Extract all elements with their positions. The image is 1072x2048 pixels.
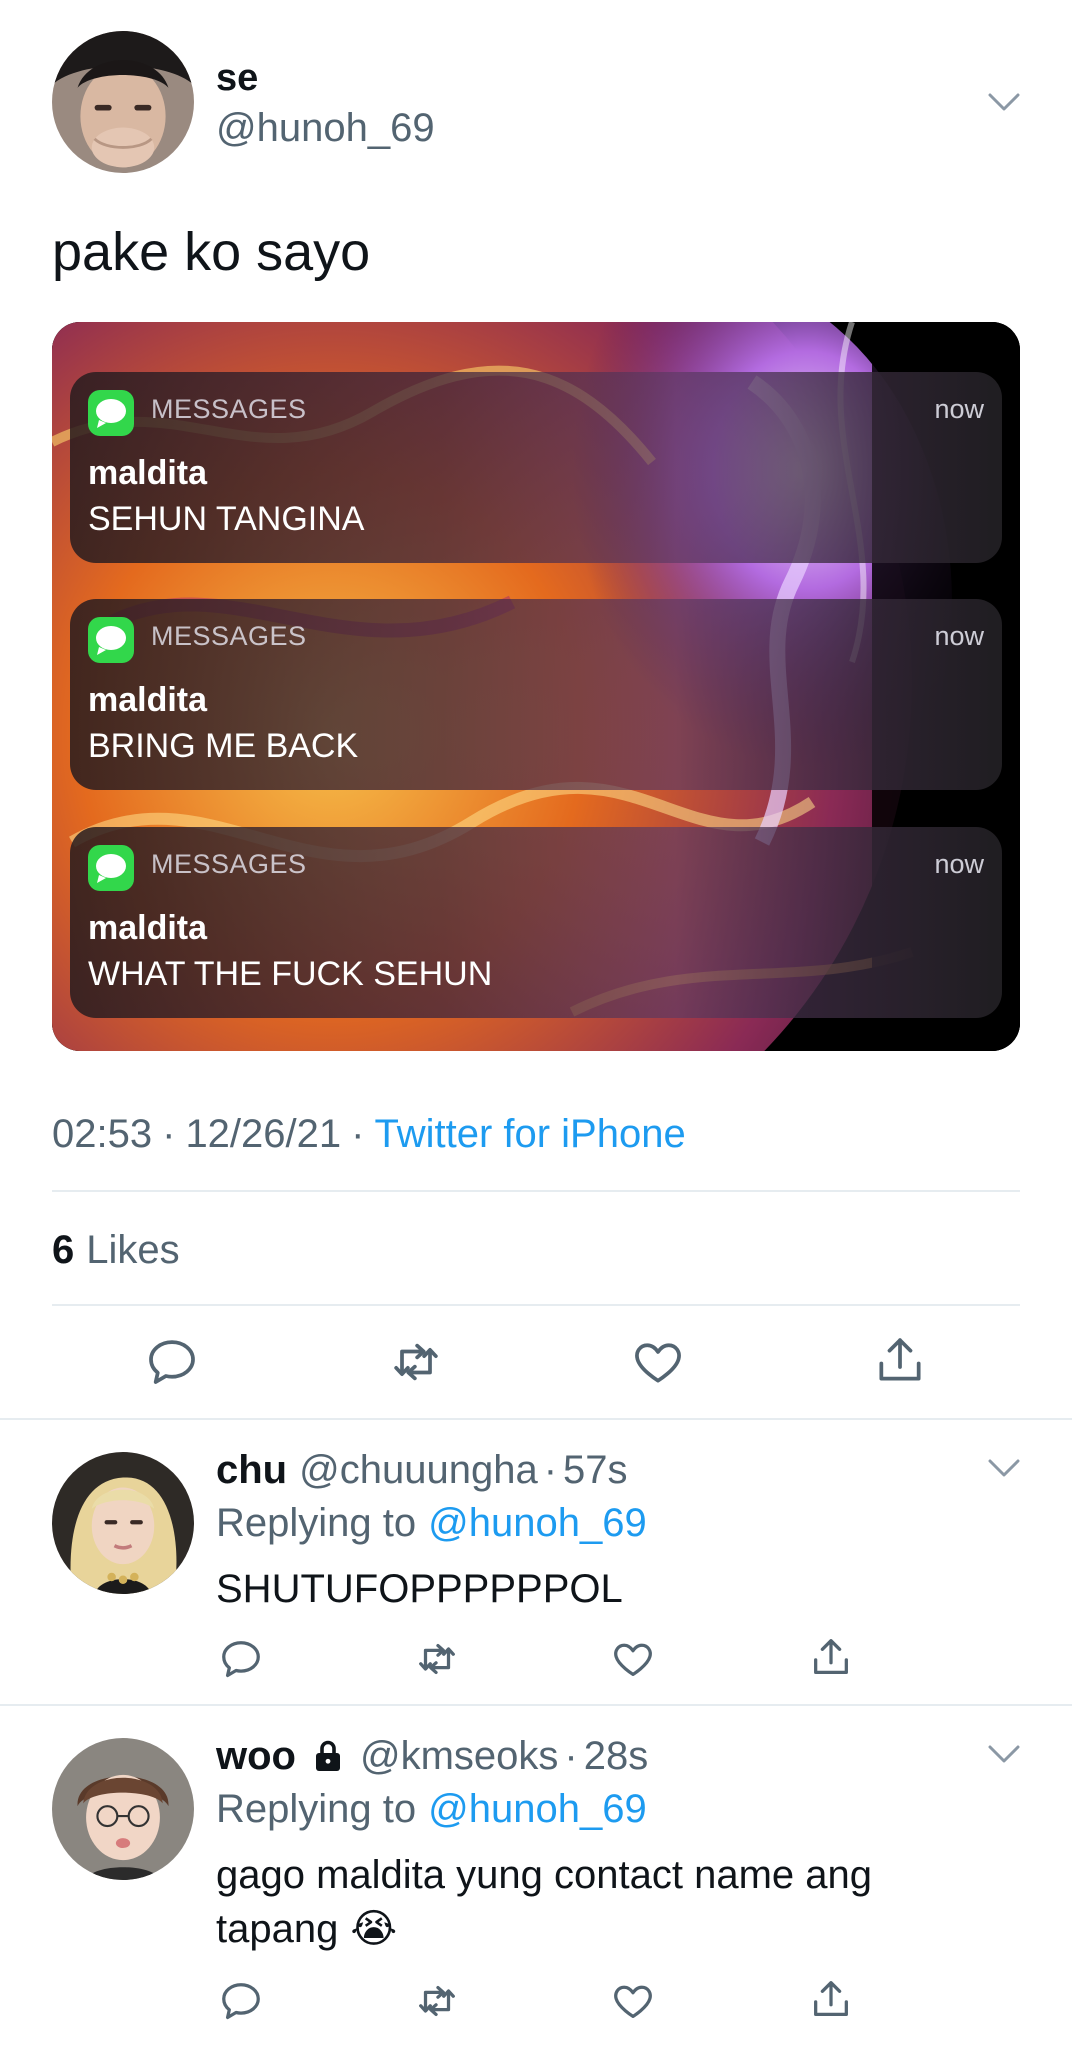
reply-header: chu @chuuungha · 57s: [216, 1446, 628, 1494]
divider: [52, 1190, 1020, 1192]
reply-display-name[interactable]: chu: [216, 1446, 287, 1494]
retweet-icon[interactable]: [388, 1334, 444, 1390]
reply-icon[interactable]: [218, 1978, 264, 2024]
replying-to: Replying to @hunoh_69: [216, 1785, 647, 1833]
reply-display-name[interactable]: woo: [216, 1732, 296, 1780]
tweet-text: pake ko sayo: [52, 222, 371, 282]
likes-label: Likes: [86, 1228, 180, 1272]
messages-app-icon: [88, 617, 134, 663]
reply-separator: ·: [543, 1448, 558, 1492]
author-display-name[interactable]: se: [216, 56, 258, 100]
meta-separator: ·: [351, 1112, 365, 1156]
tweet-date: 12/26/21: [185, 1112, 342, 1156]
retweet-icon[interactable]: [414, 1636, 460, 1682]
reply-handle[interactable]: @chuuungha: [299, 1446, 538, 1494]
replying-to: Replying to @hunoh_69: [216, 1499, 647, 1547]
divider: [52, 1304, 1020, 1306]
reply-separator: ·: [564, 1734, 578, 1778]
notification-card[interactable]: MESSAGES now maldita BRING ME BACK: [70, 599, 1002, 790]
author-handle[interactable]: @hunoh_69: [216, 104, 435, 152]
replying-to-prefix: Replying to: [216, 1501, 417, 1545]
tweet-time: 02:53: [52, 1112, 153, 1156]
reply-avatar-image: [52, 1738, 194, 1880]
notification-card[interactable]: MESSAGES now maldita SEHUN TANGINA: [70, 372, 1002, 563]
reply-text-line: tapang 😭: [216, 1902, 1016, 1956]
notification-app-name: MESSAGES: [151, 621, 307, 651]
share-icon[interactable]: [808, 1634, 854, 1680]
retweet-icon[interactable]: [414, 1978, 460, 2024]
notification-message: SEHUN TANGINA: [88, 500, 365, 538]
reply-menu-chevron-down-icon[interactable]: [986, 1742, 1022, 1766]
tweet-source-link[interactable]: Twitter for iPhone: [374, 1110, 685, 1158]
notification-sender: maldita: [88, 681, 208, 719]
notification-time: now: [934, 621, 984, 651]
reply-age: 57s: [563, 1448, 628, 1492]
tweet-media-image[interactable]: MESSAGES now maldita SEHUN TANGINA MESSA…: [52, 322, 1020, 1051]
notification-app-name: MESSAGES: [151, 849, 307, 879]
share-icon[interactable]: [808, 1976, 854, 2022]
notification-time: now: [934, 394, 984, 424]
notification-message: WHAT THE FUCK SEHUN: [88, 955, 493, 993]
reply-header: woo @kmseoks · 28s: [216, 1732, 648, 1780]
replying-to-handle[interactable]: @hunoh_69: [428, 1785, 647, 1833]
reply-avatar[interactable]: [52, 1452, 194, 1594]
tweet-meta: 02:53 · 12/26/21 · Twitter for iPhone: [52, 1110, 686, 1158]
reply-avatar-image: [52, 1452, 194, 1594]
likes-stat[interactable]: 6 Likes: [52, 1226, 180, 1274]
reply-age: 28s: [583, 1734, 649, 1778]
likes-count: 6: [52, 1228, 75, 1272]
notification-sender: maldita: [88, 454, 208, 492]
meta-separator: ·: [162, 1112, 176, 1156]
replying-to-handle[interactable]: @hunoh_69: [428, 1499, 647, 1547]
notification-app-name: MESSAGES: [151, 394, 307, 424]
share-icon[interactable]: [872, 1332, 928, 1388]
heart-icon[interactable]: [610, 1636, 656, 1682]
messages-app-icon: [88, 390, 134, 436]
notification-message: BRING ME BACK: [88, 727, 359, 765]
divider: [0, 1418, 1072, 1420]
reply-handle[interactable]: @kmseoks: [360, 1732, 558, 1780]
author-avatar-image: [52, 31, 194, 173]
reply-avatar[interactable]: [52, 1738, 194, 1880]
heart-icon[interactable]: [630, 1334, 686, 1390]
reply-menu-chevron-down-icon[interactable]: [986, 1456, 1022, 1480]
divider: [0, 1704, 1072, 1706]
reply-text-line: gago maldita yung contact name ang: [216, 1853, 872, 1897]
reply-text-line2: tapang: [216, 1907, 339, 1951]
author-avatar[interactable]: [52, 31, 194, 173]
lock-icon: [310, 1738, 346, 1774]
notification-card[interactable]: MESSAGES now maldita WHAT THE FUCK SEHUN: [70, 827, 1002, 1018]
notification-sender: maldita: [88, 909, 208, 947]
heart-icon[interactable]: [610, 1978, 656, 2024]
crying-emoji: 😭: [350, 1906, 398, 1952]
tweet-menu-chevron-down-icon[interactable]: [986, 90, 1022, 114]
notification-time: now: [934, 849, 984, 879]
reply-icon[interactable]: [144, 1334, 200, 1390]
replying-to-prefix: Replying to: [216, 1787, 417, 1831]
reply-text: gago maldita yung contact name ang tapan…: [216, 1848, 1016, 1956]
reply-text: SHUTUFOPPPPPPOL: [216, 1567, 623, 1611]
messages-app-icon: [88, 845, 134, 891]
reply-icon[interactable]: [218, 1636, 264, 1682]
